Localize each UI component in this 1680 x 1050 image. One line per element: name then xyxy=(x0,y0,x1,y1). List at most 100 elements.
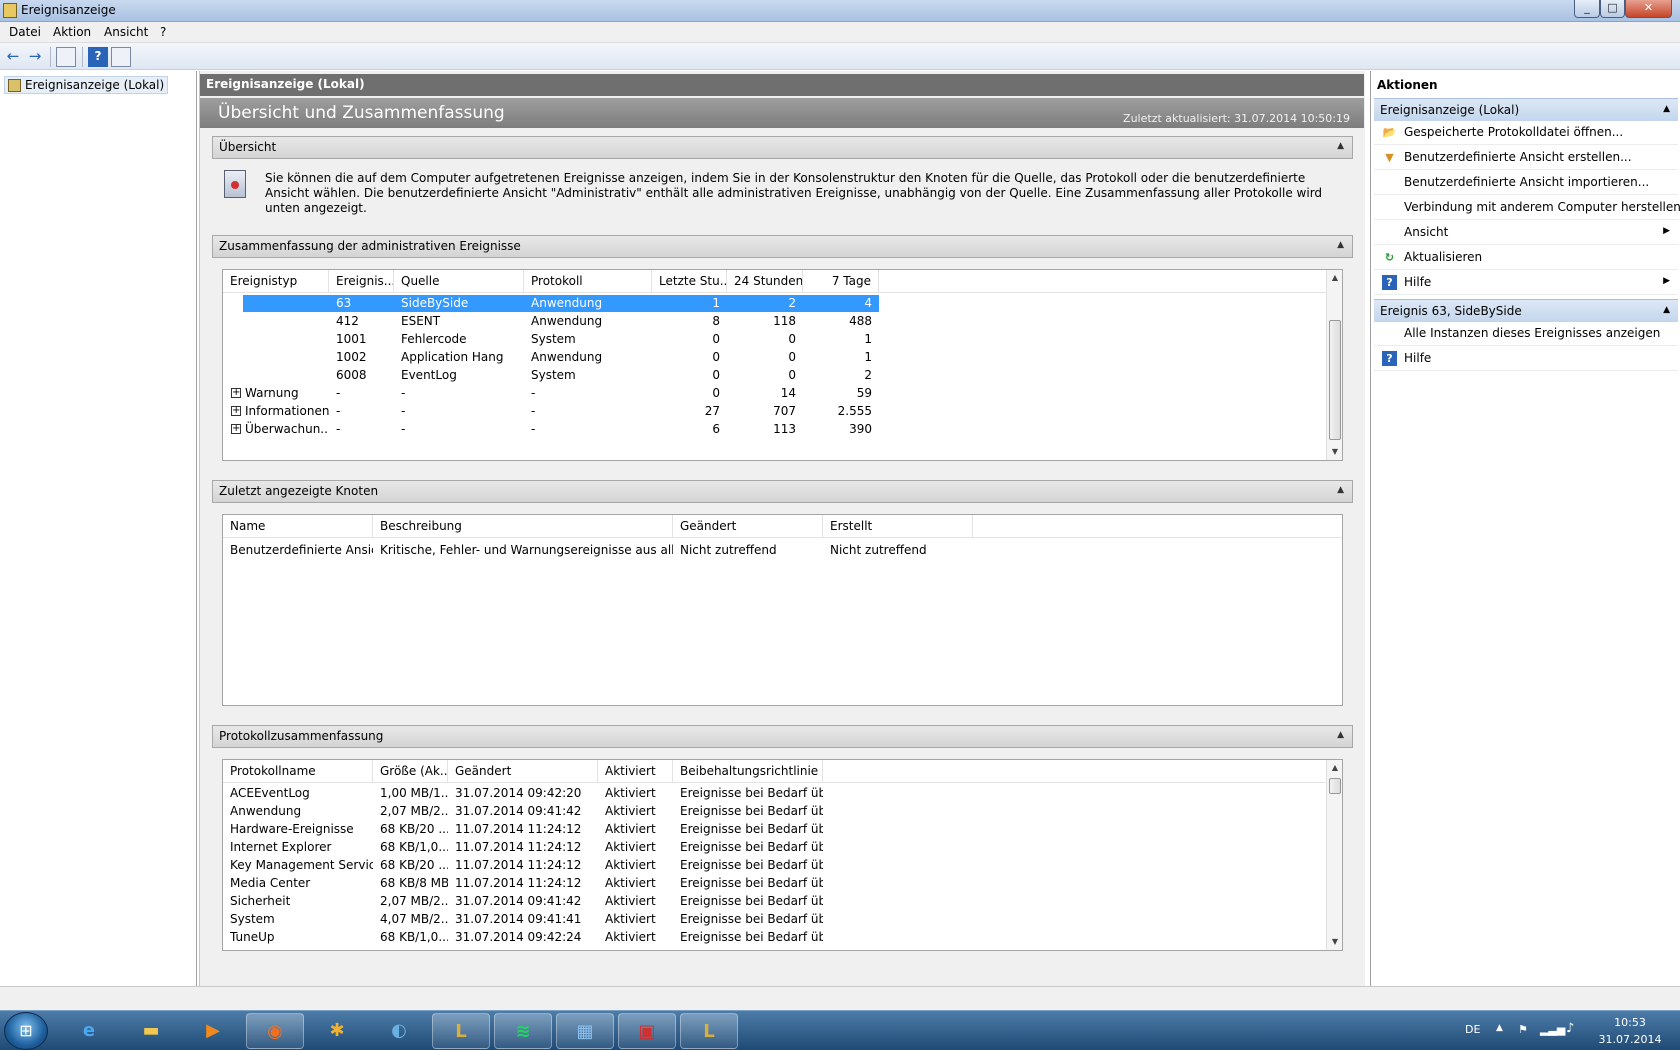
league-icon[interactable]: L xyxy=(432,1013,490,1049)
column-header[interactable]: 24 Stunden xyxy=(727,270,803,292)
column-header[interactable]: Größe (Ak... xyxy=(373,760,448,782)
action-item[interactable]: ▼ Benutzerdefinierte Ansicht erstellen... xyxy=(1374,146,1678,170)
column-header[interactable]: Ereignis... xyxy=(329,270,394,292)
action-item[interactable]: Benutzerdefinierte Ansicht importieren..… xyxy=(1374,171,1678,195)
action-item[interactable]: Verbindung mit anderem Computer herstell… xyxy=(1374,196,1680,220)
show-hide-tree-icon[interactable] xyxy=(56,47,76,67)
column-header[interactable]: Quelle xyxy=(394,270,524,292)
menu-aktion[interactable]: Aktion xyxy=(53,25,91,39)
spotify-icon[interactable]: ≋ xyxy=(494,1013,552,1049)
media-player-icon[interactable]: ▶ xyxy=(184,1013,242,1049)
scroll-up-icon[interactable]: ▲ xyxy=(1327,270,1342,286)
action-item[interactable]: Ansicht ▶ xyxy=(1374,221,1678,245)
section-header-log-summary[interactable]: Protokollzusammenfassung ▲ xyxy=(212,725,1353,748)
internet-explorer-icon[interactable]: e xyxy=(60,1013,118,1049)
cell-id: 1001 xyxy=(336,332,367,346)
vertical-scrollbar[interactable]: ▲ ▼ xyxy=(1326,270,1342,460)
help-icon[interactable]: ? xyxy=(88,47,108,67)
cell-source: Application Hang xyxy=(401,350,504,364)
column-header[interactable]: Geändert xyxy=(448,760,598,782)
minimize-button[interactable]: _ xyxy=(1574,0,1600,18)
cell-hour: 27 xyxy=(704,404,720,418)
scroll-thumb[interactable] xyxy=(1329,778,1341,794)
menu-datei[interactable]: Datei xyxy=(9,25,41,39)
forward-icon[interactable]: → xyxy=(25,47,45,67)
collapse-icon[interactable]: ▲ xyxy=(1337,240,1344,250)
cell-id: 1002 xyxy=(336,350,367,364)
cell-log: System xyxy=(531,368,576,382)
cell-week: 1 xyxy=(864,350,872,364)
overview-text: Sie können die auf dem Computer aufgetre… xyxy=(265,171,1323,215)
close-button[interactable]: ✕ xyxy=(1625,0,1672,18)
column-header[interactable]: Erstellt xyxy=(823,515,973,537)
action-item[interactable]: 📂 Gespeicherte Protokolldatei öffnen... xyxy=(1374,121,1678,145)
start-button[interactable]: ⊞ xyxy=(4,1012,48,1050)
section-header-overview[interactable]: Übersicht ▲ xyxy=(212,136,1353,159)
collapse-icon[interactable]: ▲ xyxy=(1337,485,1344,495)
clock-time[interactable]: 10:53 xyxy=(1600,1016,1660,1029)
volume-icon[interactable]: ♪ xyxy=(1566,1021,1574,1036)
scroll-down-icon[interactable]: ▼ xyxy=(1327,934,1342,950)
cell-policy: Ereignisse bei Bedarf üb... xyxy=(680,858,823,872)
column-header[interactable]: Beschreibung xyxy=(373,515,673,537)
language-indicator[interactable]: DE xyxy=(1465,1023,1480,1036)
network-signal-icon[interactable]: ▂▃▅ xyxy=(1540,1023,1565,1036)
action-item[interactable]: ↻ Aktualisieren xyxy=(1374,246,1678,270)
cell-size: 68 KB/8 MB xyxy=(380,876,448,890)
action-label: Gespeicherte Protokolldatei öffnen... xyxy=(1404,125,1624,139)
menu-help[interactable]: ? xyxy=(160,25,166,39)
cell-policy: Ereignisse bei Bedarf üb... xyxy=(680,894,823,908)
scroll-down-icon[interactable]: ▼ xyxy=(1327,444,1342,460)
column-header[interactable]: Aktiviert xyxy=(598,760,673,782)
explorer-icon[interactable]: ▬ xyxy=(122,1013,180,1049)
action-item[interactable]: ? Hilfe ▶ xyxy=(1374,271,1678,295)
cell-hour: 0 xyxy=(712,332,720,346)
section-header-admin-summary[interactable]: Zusammenfassung der administrativen Erei… xyxy=(212,235,1353,258)
league-icon[interactable]: L xyxy=(680,1013,738,1049)
collapse-icon[interactable]: ▲ xyxy=(1337,141,1344,151)
column-header[interactable]: Geändert xyxy=(673,515,823,537)
back-icon[interactable]: ← xyxy=(3,47,23,67)
column-header[interactable]: Name xyxy=(223,515,373,537)
show-hidden-icons-icon[interactable]: ▲ xyxy=(1496,1023,1503,1033)
action-label: Alle Instanzen dieses Ereignisses anzeig… xyxy=(1404,326,1661,340)
toolbox-icon[interactable]: ▣ xyxy=(618,1013,676,1049)
firefox-icon[interactable]: ◉ xyxy=(246,1013,304,1049)
tool-icon[interactable]: ✱ xyxy=(308,1013,366,1049)
action-group-ereignisanzeige[interactable]: Ereignisanzeige (Lokal) ▲ xyxy=(1374,98,1678,121)
column-header[interactable]: Protokollname xyxy=(223,760,373,782)
vertical-scrollbar[interactable]: ▲ ▼ xyxy=(1326,760,1342,950)
action-item[interactable]: Alle Instanzen dieses Ereignisses anzeig… xyxy=(1374,322,1678,346)
overview-body: Sie können die auf dem Computer aufgetre… xyxy=(212,160,1353,222)
column-header[interactable]: Protokoll xyxy=(524,270,652,292)
control-panel-icon[interactable]: ▦ xyxy=(556,1013,614,1049)
column-header[interactable]: Letzte Stu... xyxy=(652,270,727,292)
scroll-up-icon[interactable]: ▲ xyxy=(1327,760,1342,776)
action-item[interactable]: ? Hilfe xyxy=(1374,347,1678,371)
action-group-event-63[interactable]: Ereignis 63, SideBySide ▲ xyxy=(1374,299,1678,322)
column-header[interactable]: Ereignistyp xyxy=(223,270,329,292)
toolbar-separator xyxy=(82,47,83,67)
cell-source: - xyxy=(401,404,406,418)
collapse-icon[interactable]: ▲ xyxy=(1663,305,1670,315)
menu-ansicht[interactable]: Ansicht xyxy=(104,25,148,39)
section-header-recent-nodes[interactable]: Zuletzt angezeigte Knoten ▲ xyxy=(212,480,1353,503)
collapse-icon[interactable]: ▲ xyxy=(1337,730,1344,740)
collapse-icon[interactable]: ▲ xyxy=(1663,104,1670,114)
menu-bar: Datei Aktion Ansicht ? xyxy=(0,22,1680,43)
column-header[interactable]: 7 Tage xyxy=(803,270,879,292)
cell-modified: 31.07.2014 09:42:24 xyxy=(455,930,582,944)
scroll-thumb[interactable] xyxy=(1329,320,1341,440)
clock-date[interactable]: 31.07.2014 xyxy=(1598,1033,1662,1046)
show-hide-action-pane-icon[interactable] xyxy=(111,47,131,67)
filter-icon: ▼ xyxy=(1385,151,1394,164)
cell-modified: 11.07.2014 11:24:12 xyxy=(455,858,582,872)
audio-icon[interactable]: ◐ xyxy=(370,1013,428,1049)
column-header[interactable]: Beibehaltungsrichtlinie xyxy=(673,760,823,782)
action-center-flag-icon[interactable]: ⚑ xyxy=(1518,1023,1528,1036)
summary-banner: Übersicht und Zusammenfassung Zuletzt ak… xyxy=(200,98,1364,128)
window-title: Ereignisanzeige xyxy=(21,3,116,17)
maximize-button[interactable]: □ xyxy=(1600,0,1625,18)
tree-item-ereignisanzeige[interactable]: Ereignisanzeige (Lokal) xyxy=(4,76,169,94)
cell-size: 68 KB/1,0... xyxy=(380,930,448,944)
